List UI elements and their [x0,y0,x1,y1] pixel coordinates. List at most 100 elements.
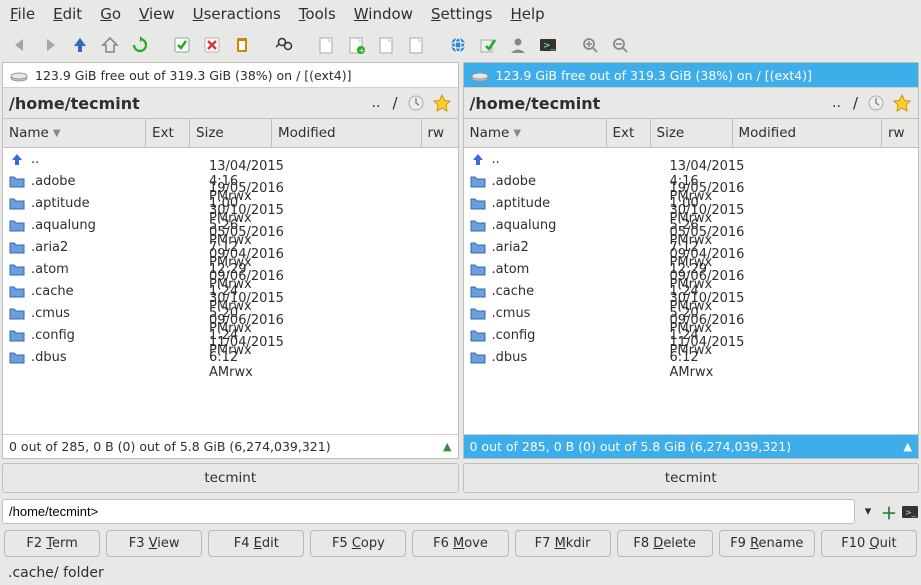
folder-icon [470,218,488,232]
fn-quit-button[interactable]: F10 Quit [821,530,917,557]
status-bar: .cache/ folder [0,561,921,585]
expand-icon[interactable]: ▲ [904,440,912,453]
header-ext[interactable]: Ext [146,119,190,147]
file-name: .. [492,152,500,167]
path-bar: /home/tecmint.. / [464,88,919,119]
forward-icon[interactable] [36,31,64,59]
home-icon[interactable] [96,31,124,59]
file-name: .cache [31,284,74,299]
menubar: File Edit Go View Useractions Tools Window Sett… [0,0,921,28]
terminal-icon[interactable]: >_ [901,504,919,520]
add-icon[interactable]: ＋ [881,500,897,524]
copy-doc-icon[interactable] [372,31,400,59]
current-path[interactable]: /home/tecmint [9,94,368,113]
up-arrow-icon [470,152,488,166]
menu-file[interactable]: File [10,5,35,23]
function-key-bar: F2 TermF3 ViewF4 EditF5 CopyF6 Move F7 Mk… [0,526,921,561]
command-history-dropdown[interactable]: ▾ [859,504,877,519]
folder-icon [470,284,488,298]
new-doc-icon[interactable] [312,31,340,59]
delete-icon[interactable] [198,31,226,59]
paste-icon[interactable] [228,31,256,59]
fn-mkdir-button[interactable]: F7 Mkdir [515,530,611,557]
disk-bar[interactable]: 123.9 GiB free out of 319.3 GiB (38%) on… [464,63,919,88]
apply-icon[interactable] [474,31,502,59]
header-permissions[interactable]: rw [422,119,458,147]
menu-settings[interactable]: Settings [431,5,493,23]
folder-icon [470,196,488,210]
user-icon[interactable] [504,31,532,59]
move-doc-icon[interactable] [402,31,430,59]
fn-term-button[interactable]: F2 Term [4,530,100,557]
find-icon[interactable] [270,31,298,59]
file-name: .atom [31,262,69,277]
file-list[interactable]: ...adobe13/04/2015 4:16 PMrwx.aptitude19… [464,148,919,434]
file-permissions: rwx [690,365,714,380]
folder-icon [9,328,27,342]
user-bar: tecmint tecmint [0,459,921,497]
svg-text:>_: >_ [543,41,556,51]
header-ext[interactable]: Ext [607,119,651,147]
root-dir-button[interactable]: / [390,94,399,112]
fn-edit-button[interactable]: F4 Edit [208,530,304,557]
current-path[interactable]: /home/tecmint [470,94,829,113]
folder-icon [9,196,27,210]
back-icon[interactable] [6,31,34,59]
file-name: .cache [492,284,535,299]
header-permissions[interactable]: rw [882,119,918,147]
bookmark-star-icon[interactable] [892,93,912,113]
left-user-button[interactable]: tecmint [2,463,459,493]
bookmark-star-icon[interactable] [432,93,452,113]
left-panel: 123.9 GiB free out of 319.3 GiB (38%) on… [2,62,459,459]
file-name: .aqualung [492,218,557,233]
history-icon[interactable] [866,93,886,113]
globe-icon[interactable] [444,31,472,59]
folder-icon [9,284,27,298]
file-name: .adobe [31,174,76,189]
folder-icon [470,262,488,276]
terminal-icon[interactable]: >_ [534,31,562,59]
header-size[interactable]: Size [190,119,272,147]
check-icon[interactable] [168,31,196,59]
fn-rename-button[interactable]: F9 Rename [719,530,815,557]
zoom-in-icon[interactable] [576,31,604,59]
menu-useractions[interactable]: Useractions [193,5,281,23]
expand-icon[interactable]: ▲ [443,440,451,453]
file-permissions: rwx [229,365,253,380]
disk-icon [470,67,490,83]
fn-delete-button[interactable]: F8 Delete [617,530,713,557]
fn-move-button[interactable]: F6 Move [412,530,508,557]
command-input[interactable] [2,499,855,524]
refresh-icon[interactable] [126,31,154,59]
menu-go[interactable]: Go [100,5,121,23]
zoom-out-icon[interactable] [606,31,634,59]
header-name[interactable]: Name ▼ [464,119,607,147]
file-row[interactable]: .dbus11/04/2015 6:12 AMrwx [3,346,458,368]
header-name[interactable]: Name ▼ [3,119,146,147]
file-name: .aptitude [31,196,90,211]
disk-bar[interactable]: 123.9 GiB free out of 319.3 GiB (38%) on… [3,63,458,88]
menu-help[interactable]: Help [510,5,544,23]
root-dir-button[interactable]: / [851,94,860,112]
new-doc-plus-icon[interactable]: + [342,31,370,59]
parent-dir-button[interactable]: .. [368,95,385,111]
right-user-button[interactable]: tecmint [463,463,920,493]
right-panel: 123.9 GiB free out of 319.3 GiB (38%) on… [463,62,920,459]
menu-view[interactable]: View [139,5,175,23]
header-size[interactable]: Size [651,119,733,147]
fn-view-button[interactable]: F3 View [106,530,202,557]
file-list[interactable]: ...adobe13/04/2015 4:16 PMrwx.aptitude19… [3,148,458,434]
file-row[interactable]: .dbus11/04/2015 6:12 AMrwx [464,346,919,368]
folder-icon [470,240,488,254]
menu-tools[interactable]: Tools [299,5,336,23]
column-headers: Name ▼ExtSizeModifiedrw [464,119,919,148]
up-icon[interactable] [66,31,94,59]
selection-summary: 0 out of 285, 0 B (0) out of 5.8 GiB (6,… [464,434,919,458]
history-icon[interactable] [406,93,426,113]
header-modified[interactable]: Modified [733,119,883,147]
menu-edit[interactable]: Edit [53,5,82,23]
header-modified[interactable]: Modified [272,119,422,147]
parent-dir-button[interactable]: .. [828,95,845,111]
menu-window[interactable]: Window [354,5,413,23]
fn-copy-button[interactable]: F5 Copy [310,530,406,557]
